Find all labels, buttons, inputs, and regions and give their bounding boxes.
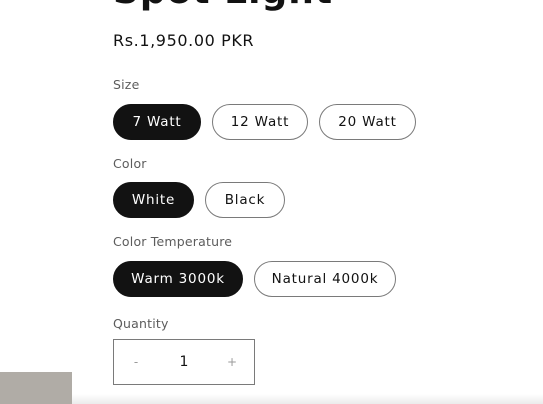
size-option-20-watt[interactable]: 20 Watt <box>319 104 416 140</box>
color-option-black[interactable]: Black <box>205 182 285 218</box>
color-temperature-options: Warm 3000k Natural 4000k <box>113 261 396 297</box>
size-option-7-watt[interactable]: 7 Watt <box>113 104 201 140</box>
color-label: Color <box>113 156 147 171</box>
size-label: Size <box>113 77 140 92</box>
product-price: Rs.1,950.00 PKR <box>113 31 255 50</box>
quantity-increase-button[interactable]: + <box>210 355 254 369</box>
product-thumbnail[interactable] <box>0 372 72 404</box>
quantity-stepper: - 1 + <box>113 339 255 385</box>
color-temperature-label: Color Temperature <box>113 234 233 249</box>
product-title: Spot Light <box>113 0 333 10</box>
sticky-bar-shadow <box>72 394 543 404</box>
color-option-white[interactable]: White <box>113 182 194 218</box>
product-detail-page: Spot Light Rs.1,950.00 PKR Size 7 Watt 1… <box>0 0 543 404</box>
color-options: White Black <box>113 182 285 218</box>
temperature-option-warm-3000k[interactable]: Warm 3000k <box>113 261 243 297</box>
size-option-12-watt[interactable]: 12 Watt <box>212 104 308 140</box>
quantity-label: Quantity <box>113 316 169 331</box>
size-options: 7 Watt 12 Watt 20 Watt <box>113 104 416 140</box>
quantity-decrease-button[interactable]: - <box>114 355 158 369</box>
quantity-input[interactable]: 1 <box>158 354 210 370</box>
temperature-option-natural-4000k[interactable]: Natural 4000k <box>254 261 396 297</box>
